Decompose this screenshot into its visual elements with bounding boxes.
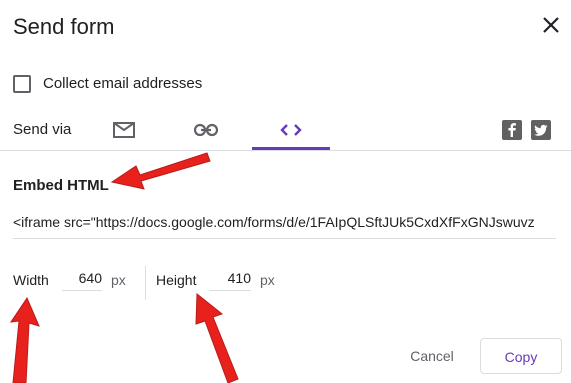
email-icon (113, 122, 135, 138)
tab-link[interactable] (182, 110, 230, 150)
copy-button[interactable]: Copy (480, 338, 562, 374)
embed-code-field[interactable]: <iframe src="https://docs.google.com/for… (13, 214, 556, 239)
header-divider (0, 150, 571, 151)
annotation-arrow-embed (110, 152, 211, 190)
annotation-arrow-width (9, 296, 40, 383)
tab-email[interactable] (100, 110, 148, 150)
width-input[interactable]: 640 (62, 270, 102, 291)
height-unit: px (260, 272, 275, 288)
twitter-share-button[interactable] (531, 120, 551, 140)
facebook-icon (508, 123, 516, 137)
cancel-button[interactable]: Cancel (395, 338, 469, 374)
annotation-arrow-height (195, 292, 239, 383)
width-label: Width (13, 272, 49, 288)
twitter-icon (534, 124, 548, 136)
close-icon[interactable] (538, 12, 564, 38)
tab-embed-html[interactable] (252, 110, 330, 150)
collect-email-checkbox[interactable] (13, 75, 31, 93)
link-icon (194, 123, 218, 137)
send-via-label: Send via (13, 121, 72, 138)
close-button[interactable] (538, 12, 564, 38)
embed-code-icon (280, 124, 302, 136)
height-input[interactable]: 410 (209, 270, 251, 291)
dialog-title: Send form (13, 14, 115, 39)
embed-html-heading: Embed HTML (13, 177, 109, 194)
width-unit: px (111, 272, 126, 288)
collect-email-label[interactable]: Collect email addresses (43, 75, 202, 92)
height-label: Height (156, 272, 197, 288)
size-divider (145, 266, 146, 300)
facebook-share-button[interactable] (502, 120, 522, 140)
